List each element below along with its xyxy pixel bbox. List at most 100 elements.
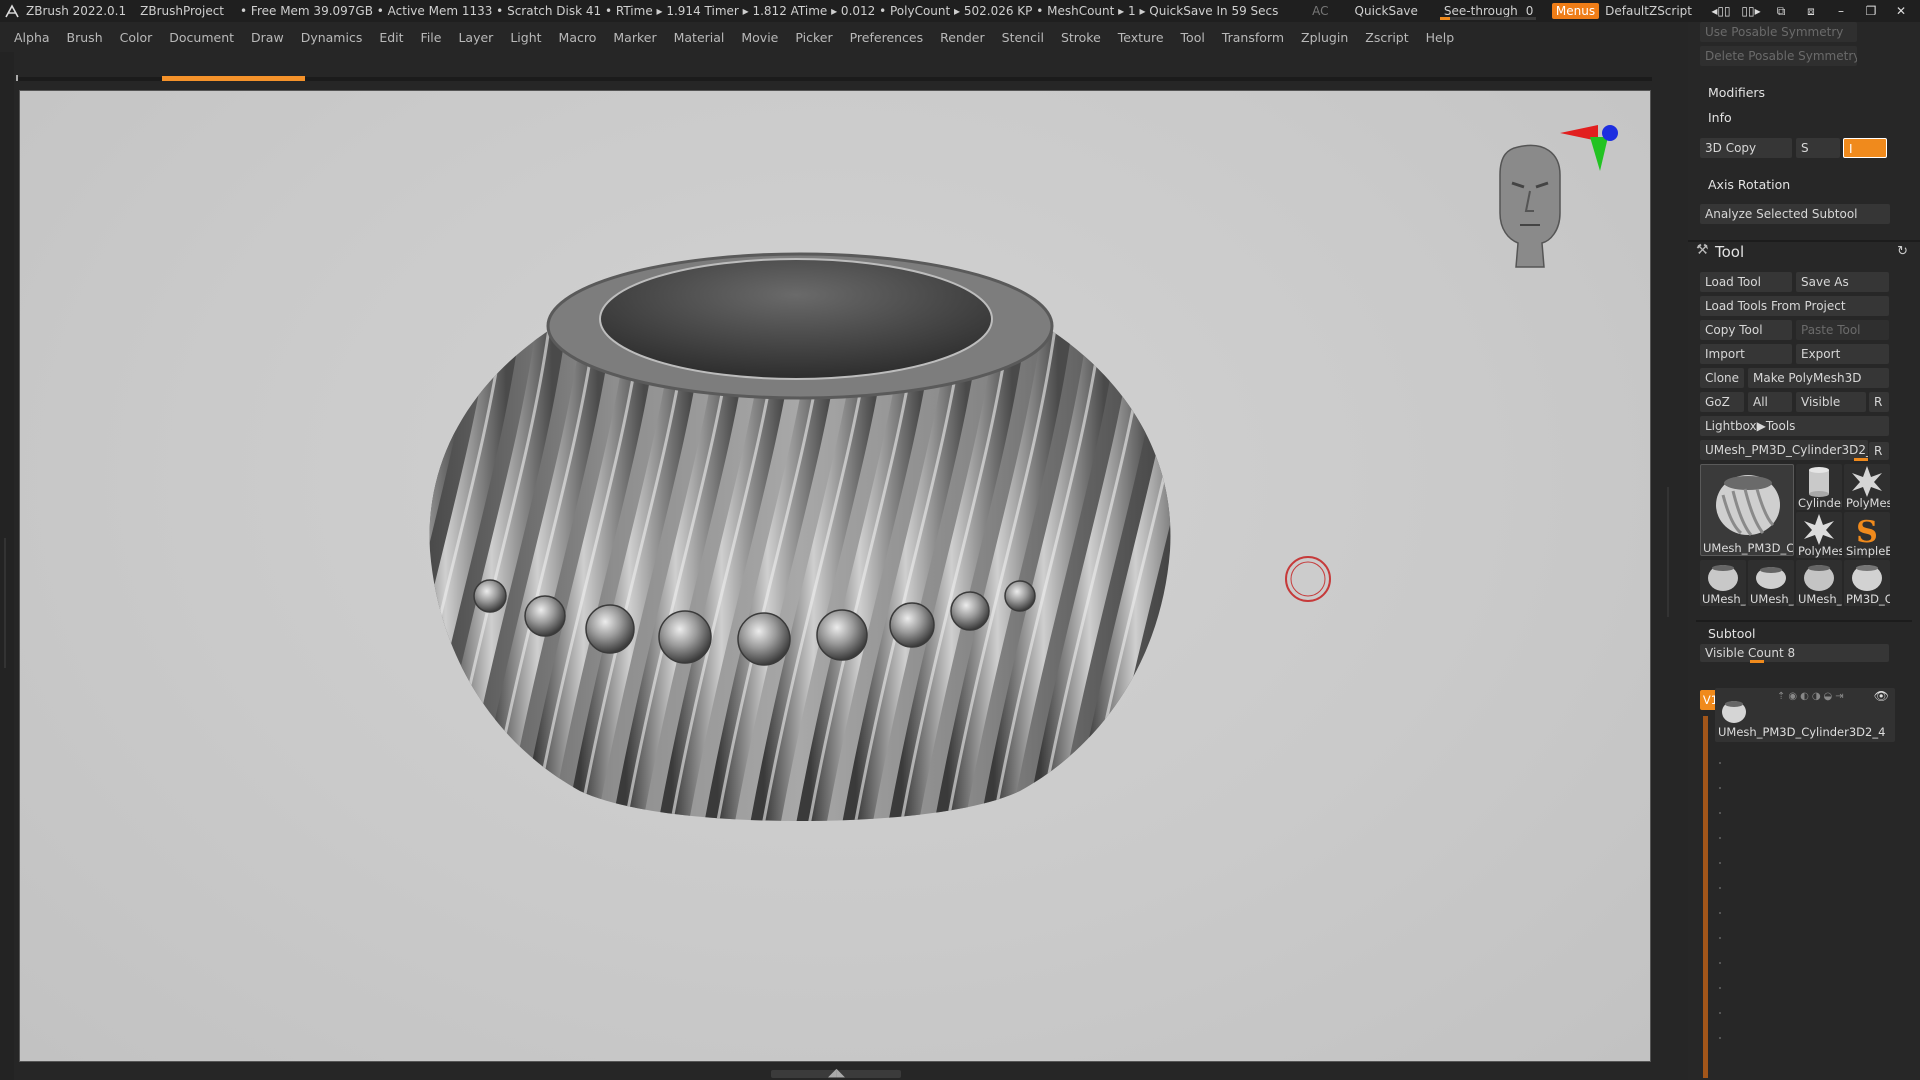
menu-texture[interactable]: Texture xyxy=(1118,30,1164,45)
current-tool-slider[interactable]: UMesh_PM3D_Cylinder3D2_4 xyxy=(1700,440,1868,460)
layout-swap-icon[interactable]: ⧉ xyxy=(1770,4,1792,19)
delete-posable-symmetry-button[interactable]: Delete Posable Symmetry xyxy=(1700,46,1857,66)
bottom-tray-handle[interactable]: ◢◣ xyxy=(771,1066,901,1079)
subtool-list-item[interactable]: ⇡◉◐◑◒⇥ 👁 UMesh_PM3D_Cylinder3D2_4 xyxy=(1715,688,1895,742)
goz-visible-button[interactable]: Visible xyxy=(1796,392,1866,412)
vase-bead xyxy=(816,609,868,661)
menu-transform[interactable]: Transform xyxy=(1222,30,1284,45)
menu-light[interactable]: Light xyxy=(510,30,541,45)
ac-label[interactable]: AC xyxy=(1312,4,1328,18)
make-polymesh3d-button[interactable]: Make PolyMesh3D xyxy=(1748,368,1889,388)
tool-thumb-umesh-b[interactable]: UMesh_ xyxy=(1748,560,1794,606)
minimize-icon[interactable]: – xyxy=(1830,4,1852,18)
tool-thumb-cylinder[interactable]: Cylinder xyxy=(1796,464,1842,510)
subtool-item-toggles-icon[interactable]: ⇡◉◐◑◒⇥ xyxy=(1777,691,1847,702)
menu-edit[interactable]: Edit xyxy=(379,30,403,45)
copy-tool-button[interactable]: Copy Tool xyxy=(1700,320,1792,340)
import-button[interactable]: Import xyxy=(1700,344,1792,364)
menu-marker[interactable]: Marker xyxy=(613,30,656,45)
see-through-slider[interactable]: See-through 0 xyxy=(1439,0,1536,22)
analyze-selected-subtool-button[interactable]: Analyze Selected Subtool xyxy=(1700,204,1890,224)
goz-all-button[interactable]: All xyxy=(1748,392,1792,412)
tool-palette-pin-icon[interactable]: ⚒ xyxy=(1696,242,1709,258)
document-canvas[interactable] xyxy=(19,90,1651,1062)
goz-r-button[interactable]: R xyxy=(1869,392,1889,412)
clone-button[interactable]: Clone xyxy=(1700,368,1744,388)
tool-thumb-umesh-a[interactable]: UMesh_ xyxy=(1700,560,1746,606)
load-tools-from-project-button[interactable]: Load Tools From Project xyxy=(1700,296,1889,316)
load-tool-button[interactable]: Load Tool xyxy=(1700,272,1792,292)
tool-thumb-simplebrush[interactable]: S SimpleB xyxy=(1844,512,1890,558)
quicksave-button[interactable]: QuickSave xyxy=(1355,4,1418,18)
visible-count-slider[interactable]: Visible Count 8 xyxy=(1700,644,1889,662)
navigation-head-icon[interactable] xyxy=(1499,144,1561,268)
bottom-tray-collapsed[interactable]: ◢◣ xyxy=(14,1062,1655,1080)
menu-picker[interactable]: Picker xyxy=(795,30,832,45)
menu-color[interactable]: Color xyxy=(120,30,153,45)
3d-copy-button[interactable]: 3D Copy xyxy=(1700,138,1792,158)
left-tray-collapsed[interactable] xyxy=(0,52,14,1080)
menu-macro[interactable]: Macro xyxy=(559,30,597,45)
vase-thumb-icon xyxy=(1716,475,1780,536)
default-zscript-button[interactable]: DefaultZScript xyxy=(1605,4,1692,18)
menu-render[interactable]: Render xyxy=(940,30,985,45)
subtool-empty-slot xyxy=(1719,812,1721,814)
paste-tool-button[interactable]: Paste Tool xyxy=(1796,320,1889,340)
menu-alpha[interactable]: Alpha xyxy=(14,30,50,45)
restore-icon[interactable]: ❐ xyxy=(1860,4,1882,18)
axis-gizmo-icon[interactable] xyxy=(1560,125,1618,171)
menu-stroke[interactable]: Stroke xyxy=(1061,30,1101,45)
menu-tool[interactable]: Tool xyxy=(1181,30,1205,45)
use-posable-symmetry-button[interactable]: Use Posable Symmetry xyxy=(1700,22,1857,42)
layout-left-icon[interactable]: ◂▯▯ xyxy=(1710,4,1732,18)
main-menu-bar: Alpha Brush Color Document Draw Dynamics Edit F… xyxy=(0,22,1660,52)
menu-document[interactable]: Document xyxy=(169,30,234,45)
tool-thumb-polymesh-a[interactable]: PolyMes xyxy=(1844,464,1890,510)
simplebrush-s-icon: S xyxy=(1856,515,1878,550)
svg-text:S: S xyxy=(1856,515,1878,546)
subtool-empty-slot xyxy=(1719,762,1721,764)
right-tray-divider[interactable] xyxy=(1655,52,1688,1080)
eye-visibility-icon[interactable]: 👁 xyxy=(1874,689,1889,703)
menu-draw[interactable]: Draw xyxy=(251,30,284,45)
menu-zscript[interactable]: Zscript xyxy=(1365,30,1408,45)
tool-thumb-umesh-c[interactable]: UMesh_ xyxy=(1796,560,1842,606)
save-as-button[interactable]: Save As xyxy=(1796,272,1889,292)
menu-file[interactable]: File xyxy=(421,30,442,45)
3d-copy-s-button[interactable]: S xyxy=(1796,138,1840,158)
tool-thumb-umesh-active[interactable]: UMesh_PM3D_C xyxy=(1700,464,1794,556)
close-icon[interactable]: ✕ xyxy=(1890,4,1912,18)
menu-material[interactable]: Material xyxy=(674,30,725,45)
modifiers-subpalette[interactable]: Modifiers xyxy=(1708,85,1765,100)
right-tray: Use Posable Symmetry Delete Posable Symm… xyxy=(1688,22,1920,1080)
info-subpalette[interactable]: Info xyxy=(1708,110,1732,125)
subtool-scrollbar[interactable] xyxy=(1703,716,1708,1078)
layout-right-icon[interactable]: ▯▯▸ xyxy=(1740,4,1762,18)
tool-thumb-pm3d[interactable]: PM3D_C xyxy=(1844,560,1890,606)
3d-copy-i-slider[interactable]: I xyxy=(1843,138,1887,158)
export-button[interactable]: Export xyxy=(1796,344,1889,364)
menu-dynamics[interactable]: Dynamics xyxy=(301,30,363,45)
menus-toggle-button[interactable]: Menus xyxy=(1551,3,1600,19)
goz-button[interactable]: GoZ xyxy=(1700,392,1744,412)
menu-zplugin[interactable]: Zplugin xyxy=(1301,30,1348,45)
layout-default-icon[interactable]: ⧈ xyxy=(1800,4,1822,19)
subtool-item-name: UMesh_PM3D_Cylinder3D2_4 xyxy=(1718,725,1886,739)
sculpted-vase-model[interactable] xyxy=(348,252,1242,831)
tool-palette-reset-icon[interactable]: ↻ xyxy=(1897,244,1908,259)
menu-layer[interactable]: Layer xyxy=(458,30,493,45)
menu-stencil[interactable]: Stencil xyxy=(1002,30,1044,45)
vase-thumb-icon xyxy=(1756,567,1786,589)
current-tool-r-button[interactable]: R xyxy=(1869,442,1889,460)
tool-thumb-polymesh-b[interactable]: PolyMes xyxy=(1796,512,1842,558)
menu-preferences[interactable]: Preferences xyxy=(850,30,924,45)
menu-brush[interactable]: Brush xyxy=(67,30,103,45)
lightbox-tools-button[interactable]: Lightbox▶Tools xyxy=(1700,416,1889,436)
vase-bead xyxy=(473,579,507,613)
axis-rotation-subpalette[interactable]: Axis Rotation xyxy=(1708,177,1790,192)
subtool-subpalette[interactable]: Subtool xyxy=(1708,626,1755,641)
menu-help[interactable]: Help xyxy=(1426,30,1455,45)
tool-palette-header[interactable]: Tool xyxy=(1715,243,1744,261)
vase-thumb-icon xyxy=(1722,701,1746,723)
menu-movie[interactable]: Movie xyxy=(741,30,778,45)
